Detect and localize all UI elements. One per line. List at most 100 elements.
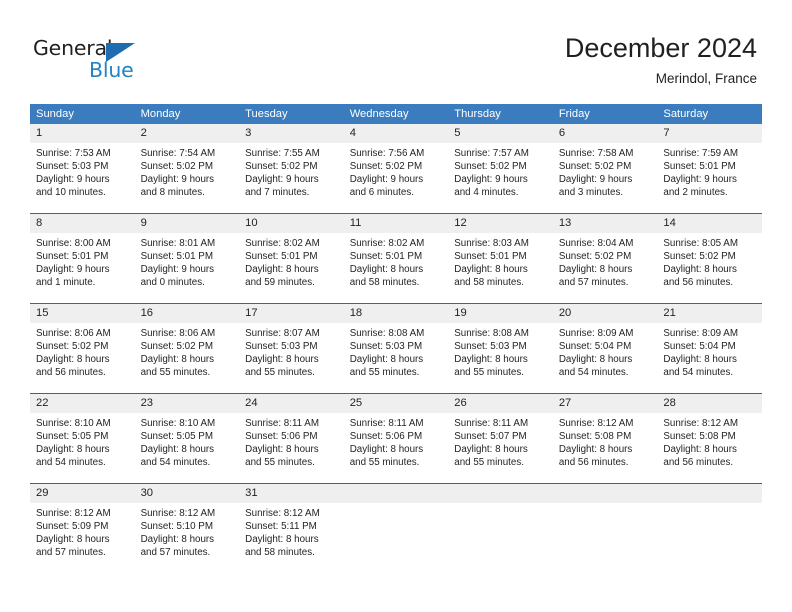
daylight-text-line2: and 56 minutes.: [36, 367, 106, 379]
calendar-table: Sunday Monday Tuesday Wednesday Thursday…: [30, 104, 762, 573]
day-number[interactable]: 16: [135, 304, 240, 323]
daylight-text-line2: and 57 minutes.: [140, 547, 211, 559]
daylight-text-line2: and 8 minutes.: [140, 187, 205, 199]
day-number[interactable]: 3: [239, 124, 344, 143]
sunset-text: Sunset: 5:11 PM: [245, 521, 317, 533]
day-cell: Sunrise: 8:12 AM Sunset: 5:08 PM Dayligh…: [553, 413, 658, 483]
daylight-text-line1: Daylight: 9 hours: [36, 174, 110, 186]
daylight-text-line2: and 55 minutes.: [140, 367, 211, 379]
page-title: December 2024: [564, 33, 757, 63]
sunset-text: Sunset: 5:03 PM: [245, 341, 318, 353]
day-number[interactable]: 24: [239, 394, 344, 413]
day-number[interactable]: 6: [553, 124, 658, 143]
sunrise-text: Sunrise: 8:12 AM: [663, 418, 738, 429]
sunset-text: Sunset: 5:01 PM: [454, 251, 527, 263]
day-cell: Sunrise: 8:12 AM Sunset: 5:11 PM Dayligh…: [239, 503, 344, 573]
day-number[interactable]: 12: [448, 214, 553, 233]
daylight-text-line2: and 57 minutes.: [558, 277, 629, 289]
day-number[interactable]: 14: [657, 214, 762, 233]
sunrise-text: Sunrise: 7:53 AM: [36, 148, 111, 159]
sunrise-text: Sunrise: 8:12 AM: [140, 508, 216, 519]
sunrise-text: Sunrise: 8:12 AM: [558, 418, 634, 429]
day-number[interactable]: 9: [135, 214, 240, 233]
sunrise-text: Sunrise: 8:05 AM: [663, 238, 738, 249]
day-number[interactable]: 21: [657, 304, 762, 323]
day-number[interactable]: 18: [344, 304, 449, 323]
daylight-text-line2: and 55 minutes.: [349, 367, 420, 379]
day-number[interactable]: 23: [135, 394, 240, 413]
day-number[interactable]: 13: [553, 214, 658, 233]
day-number[interactable]: 27: [553, 394, 658, 413]
day-number[interactable]: 22: [30, 394, 135, 413]
daylight-text-line2: and 57 minutes.: [36, 547, 106, 559]
calendar-week-row: 29 30 31 Sunrise: 8:12 AM Sunset: 5:09 P…: [30, 483, 762, 573]
daylight-text-line2: and 54 minutes.: [663, 367, 734, 379]
day-number[interactable]: 4: [344, 124, 449, 143]
day-cell: Sunrise: 8:06 AM Sunset: 5:02 PM Dayligh…: [135, 323, 240, 393]
general-blue-logo[interactable]: General Blue: [33, 36, 173, 84]
day-number[interactable]: 11: [344, 214, 449, 233]
sunset-text: Sunset: 5:04 PM: [663, 341, 736, 353]
daylight-text-line1: Daylight: 9 hours: [140, 174, 215, 186]
daylight-text-line2: and 58 minutes.: [245, 547, 315, 559]
day-cell-empty: [553, 503, 658, 573]
sunset-text: Sunset: 5:02 PM: [245, 161, 318, 173]
day-number[interactable]: 17: [239, 304, 344, 323]
sunrise-text: Sunrise: 8:07 AM: [245, 328, 320, 339]
sunset-text: Sunset: 5:02 PM: [140, 161, 213, 173]
daylight-text-line1: Daylight: 8 hours: [558, 264, 633, 276]
calendar-week-row: 22 23 24 25 26 27 28 Sunrise: 8:10 AM Su…: [30, 393, 762, 483]
sunrise-text: Sunrise: 8:01 AM: [140, 238, 216, 249]
daylight-text-line1: Daylight: 8 hours: [36, 354, 110, 366]
day-number[interactable]: 30: [135, 484, 240, 503]
page-header: General Blue December 2024 Merindol, Fra…: [0, 0, 792, 96]
daylight-text-line1: Daylight: 8 hours: [140, 444, 215, 456]
daylight-text-line1: Daylight: 9 hours: [140, 264, 215, 276]
day-number-empty: [553, 484, 658, 503]
sunset-text: Sunset: 5:01 PM: [663, 161, 736, 173]
daylight-text-line1: Daylight: 8 hours: [245, 264, 319, 276]
sunrise-text: Sunrise: 8:02 AM: [245, 238, 320, 249]
day-number[interactable]: 7: [657, 124, 762, 143]
daylight-text-line1: Daylight: 8 hours: [454, 354, 528, 366]
daylight-text-line1: Daylight: 8 hours: [36, 444, 110, 456]
day-number[interactable]: 26: [448, 394, 553, 413]
calendar-week-row: 8 9 10 11 12 13 14 Sunrise: 8:00 AM Suns…: [30, 213, 762, 303]
day-number-empty: [448, 484, 553, 503]
day-number[interactable]: 8: [30, 214, 135, 233]
day-number[interactable]: 31: [239, 484, 344, 503]
daylight-text-line1: Daylight: 9 hours: [36, 264, 110, 276]
day-cell: Sunrise: 7:58 AM Sunset: 5:02 PM Dayligh…: [553, 143, 658, 213]
daylight-text-line2: and 55 minutes.: [454, 457, 524, 469]
sunrise-text: Sunrise: 8:00 AM: [36, 238, 111, 249]
day-cell: Sunrise: 8:09 AM Sunset: 5:04 PM Dayligh…: [657, 323, 762, 393]
day-number[interactable]: 20: [553, 304, 658, 323]
daylight-text-line1: Daylight: 8 hours: [663, 264, 737, 276]
day-number[interactable]: 25: [344, 394, 449, 413]
page-subtitle-location: Merindol, France: [655, 71, 757, 86]
day-cell: Sunrise: 8:06 AM Sunset: 5:02 PM Dayligh…: [30, 323, 135, 393]
day-cell-empty: [344, 503, 449, 573]
day-number[interactable]: 2: [135, 124, 240, 143]
sunrise-text: Sunrise: 8:12 AM: [245, 508, 320, 519]
sunset-text: Sunset: 5:01 PM: [140, 251, 213, 263]
day-number[interactable]: 29: [30, 484, 135, 503]
day-cell: Sunrise: 8:05 AM Sunset: 5:02 PM Dayligh…: [657, 233, 762, 303]
sunset-text: Sunset: 5:05 PM: [140, 431, 213, 443]
sunset-text: Sunset: 5:01 PM: [349, 251, 423, 263]
sunset-text: Sunset: 5:09 PM: [36, 521, 109, 533]
daylight-text-line1: Daylight: 9 hours: [245, 174, 319, 186]
sunset-text: Sunset: 5:01 PM: [36, 251, 109, 263]
day-number[interactable]: 5: [448, 124, 553, 143]
day-number[interactable]: 19: [448, 304, 553, 323]
day-number[interactable]: 1: [30, 124, 135, 143]
day-number[interactable]: 15: [30, 304, 135, 323]
logo-text-general: General: [33, 36, 113, 60]
daylight-text-line2: and 56 minutes.: [663, 277, 734, 289]
day-number[interactable]: 10: [239, 214, 344, 233]
day-number[interactable]: 28: [657, 394, 762, 413]
sunset-text: Sunset: 5:02 PM: [36, 341, 109, 353]
sunset-text: Sunset: 5:04 PM: [558, 341, 632, 353]
daylight-text-line1: Daylight: 9 hours: [349, 174, 424, 186]
sunrise-text: Sunrise: 8:02 AM: [349, 238, 425, 249]
